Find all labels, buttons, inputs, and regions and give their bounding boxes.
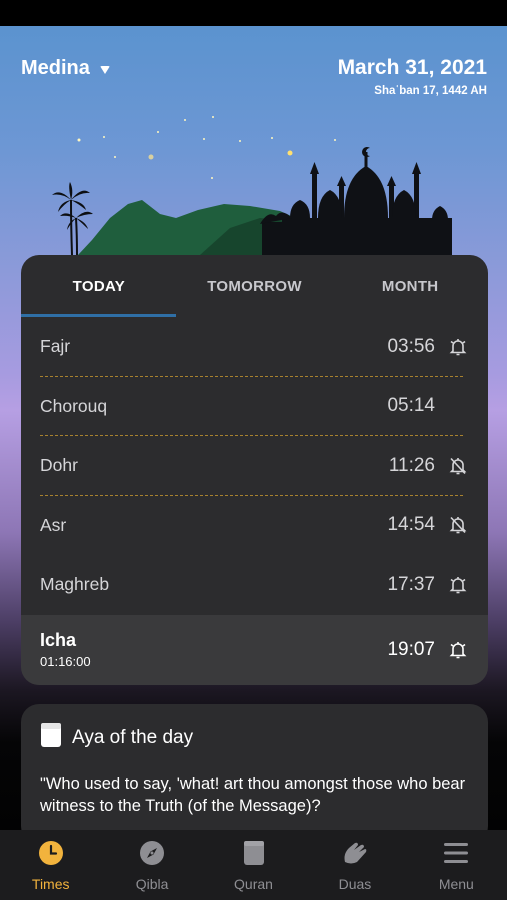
prayer-row-maghreb[interactable]: Maghreb 17:37 [21, 555, 488, 615]
tabbar-item-duas[interactable]: Duas [304, 830, 405, 900]
menu-icon [442, 839, 470, 867]
praying-hands-icon [341, 839, 369, 867]
prayer-name: Dohr [40, 455, 78, 476]
caret-down-icon [99, 65, 110, 74]
tabbar-item-qibla[interactable]: Qibla [101, 830, 202, 900]
bell-icon[interactable] [447, 336, 469, 358]
prayer-time: 03:56 [387, 335, 435, 357]
tabbar-label: Menu [438, 876, 474, 892]
bell-off-icon[interactable] [447, 514, 469, 536]
tabbar-label: Duas [338, 876, 372, 892]
clock-icon [37, 839, 65, 867]
prayer-time: 11:26 [388, 454, 435, 476]
hijri-date: Shaʿban 17, 1442 AH [374, 85, 487, 97]
current-prayer-info: Icha 01:16:00 [40, 630, 387, 669]
prayer-name: Icha [40, 630, 77, 650]
gregorian-date: March 31, 2021 [337, 56, 487, 79]
prayer-name: Asr [40, 514, 67, 535]
prayer-row-asr[interactable]: Asr 14:54 [21, 496, 488, 556]
status-bar [0, 0, 507, 26]
bell-icon[interactable] [447, 639, 469, 661]
aya-header: Aya of the day [40, 722, 469, 753]
tabbar-label: Qibla [135, 876, 169, 892]
tab-tomorrow[interactable]: TOMORROW [177, 255, 333, 317]
tab-today[interactable]: TODAY [21, 255, 177, 317]
city-selector[interactable]: Medina [21, 57, 110, 80]
prayer-time: 05:14 [387, 395, 435, 417]
date-block: March 31, 2021 Shaʿban 17, 1442 AH [338, 56, 487, 97]
prayer-name: Chorouq [40, 395, 108, 416]
tabbar-label: Times [31, 876, 70, 892]
day-tabs: TODAY TOMORROW MONTH [21, 255, 488, 317]
bell-off-icon[interactable] [447, 455, 469, 477]
prayer-times-card: TODAY TOMORROW MONTH Fajr 03:56 Chorouq … [21, 255, 488, 685]
prayer-time: 19:07 [387, 638, 435, 660]
tab-month[interactable]: MONTH [332, 255, 488, 317]
city-name: Medina [21, 57, 90, 79]
aya-text: "Who used to say, 'what! art thou amongs… [40, 775, 466, 815]
book-icon [40, 722, 62, 753]
prayer-row-dohr[interactable]: Dohr 11:26 [21, 436, 488, 496]
aya-title: Aya of the day [72, 726, 194, 748]
bell-icon[interactable] [447, 574, 469, 596]
prayer-row-icha-current[interactable]: Icha 01:16:00 19:07 [21, 614, 488, 685]
tabbar-item-times[interactable]: Times [0, 830, 101, 900]
compass-icon [138, 839, 166, 867]
prayer-countdown: 01:16:00 [40, 654, 91, 669]
prayer-row-chorouq[interactable]: Chorouq 05:14 [21, 377, 488, 436]
book-icon [240, 839, 268, 867]
prayer-name: Maghreb [40, 574, 110, 595]
tabbar-item-menu[interactable]: Menu [406, 830, 507, 900]
aya-of-the-day-card[interactable]: Aya of the day "Who used to say, 'what! … [21, 704, 488, 844]
tabbar-item-quran[interactable]: Quran [203, 830, 304, 900]
tabbar-label: Quran [234, 876, 273, 892]
prayer-name: Fajr [40, 336, 71, 357]
prayer-time: 17:37 [387, 573, 435, 595]
prayer-row-fajr[interactable]: Fajr 03:56 [21, 317, 488, 377]
prayer-time: 14:54 [387, 514, 435, 536]
mosque-landscape-illustration [52, 116, 452, 258]
bottom-tab-bar: Times Qibla Quran Duas Menu [0, 830, 507, 900]
